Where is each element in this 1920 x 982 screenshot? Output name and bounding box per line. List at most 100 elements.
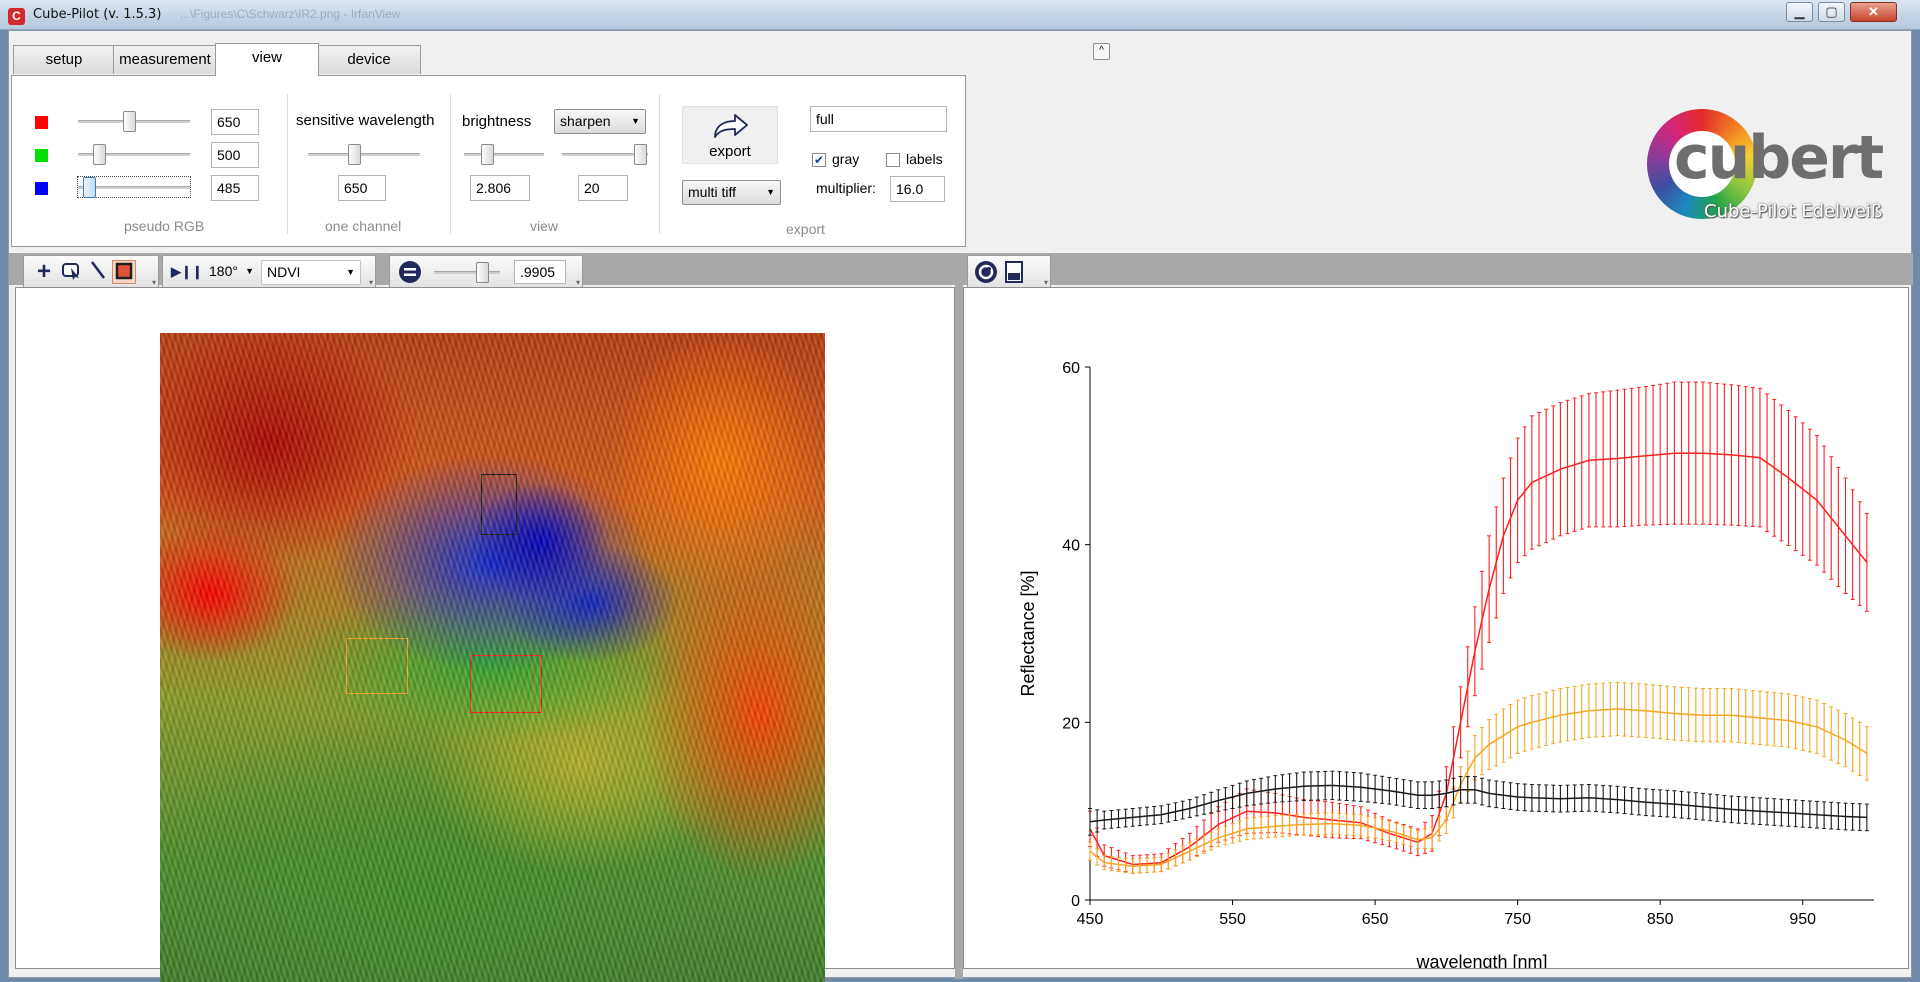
filter-select[interactable]: sharpen ▼ <box>554 109 646 134</box>
sensitive-wavelength-slider[interactable] <box>308 144 420 165</box>
collapse-ribbon-button[interactable]: ^ <box>1093 43 1110 60</box>
blue-channel-swatch <box>35 182 48 195</box>
roi-black[interactable] <box>481 474 517 535</box>
group-divider <box>450 94 451 234</box>
roi-red[interactable] <box>470 655 542 713</box>
slider-thumb[interactable] <box>480 144 494 165</box>
slider-thumb[interactable] <box>82 177 96 198</box>
brightness-label: brightness <box>462 113 532 130</box>
refresh-icon[interactable] <box>974 260 998 284</box>
view-toolbar: ▶❙❙ 180° ▼ NDVI ▼ ▾ <box>162 255 376 289</box>
export-name-input[interactable]: full <box>810 106 947 132</box>
check-icon: ✔ <box>813 153 825 167</box>
view-ribbon: 650 500 485 pseudo RGB sensitive wavelen… <box>11 75 966 247</box>
equal-threshold-icon[interactable] <box>398 260 422 284</box>
threshold-input[interactable]: .9905 <box>514 260 566 284</box>
red-wavelength-slider[interactable] <box>78 111 190 132</box>
labels-label: labels <box>906 151 943 167</box>
export-format-select[interactable]: multi tiff ▼ <box>682 180 781 205</box>
green-wavelength-input[interactable]: 500 <box>211 142 259 168</box>
display-mode-select[interactable]: NDVI ▼ <box>261 260 361 285</box>
x-tick-label: 750 <box>1504 911 1531 928</box>
logo-subtitle: Cube-Pilot Edelweiß <box>1704 201 1883 222</box>
one-channel-caption: one channel <box>325 218 402 234</box>
group-divider <box>659 94 660 234</box>
slider-thumb[interactable] <box>122 111 136 132</box>
group-divider <box>287 94 288 234</box>
logo-word: cubert <box>1674 123 1884 193</box>
labels-checkbox[interactable] <box>886 153 900 167</box>
sensitive-wavelength-label: sensitive wavelength <box>296 112 435 129</box>
multiplier-label: multiplier: <box>816 180 876 196</box>
export-arrow-icon <box>714 114 748 138</box>
rectangle-tool-icon[interactable] <box>112 260 136 284</box>
x-tick-label: 950 <box>1789 911 1816 928</box>
tab-device[interactable]: device <box>317 45 421 74</box>
background-window-title: ...\Figures\C\Schwarz\IR2.png - IrfanVie… <box>180 7 401 21</box>
x-axis-label: wavelength [nm] <box>1415 952 1547 968</box>
minimize-button[interactable]: ▁ <box>1786 2 1813 22</box>
gray-checkbox[interactable]: ✔ <box>812 153 826 167</box>
sharpen-input[interactable]: 20 <box>578 175 628 201</box>
x-tick-label: 550 <box>1219 911 1246 928</box>
roi-orange[interactable] <box>346 638 408 694</box>
green-wavelength-slider[interactable] <box>78 144 190 165</box>
maximize-button[interactable]: ▢ <box>1818 2 1845 22</box>
ndvi-image[interactable] <box>160 333 825 982</box>
toolbar-grip-icon[interactable]: ▾ <box>152 278 156 287</box>
close-button[interactable]: ✕ <box>1850 2 1897 22</box>
plus-icon[interactable]: + <box>32 260 56 284</box>
brightness-slider[interactable] <box>464 144 544 165</box>
chevron-down-icon: ▼ <box>245 266 254 276</box>
sensitive-wavelength-input[interactable]: 650 <box>338 175 386 201</box>
red-channel-swatch <box>35 116 48 129</box>
slider-thumb[interactable] <box>633 144 647 165</box>
threshold-toolbar: .9905 ▾ <box>389 255 583 289</box>
export-button[interactable]: export <box>682 106 778 164</box>
green-channel-swatch <box>35 149 48 162</box>
play-pause-icon[interactable]: ▶❙❙ <box>171 260 203 284</box>
pane-splitter[interactable] <box>955 253 963 979</box>
y-tick-label: 0 <box>1071 893 1080 910</box>
pseudo-rgb-caption: pseudo RGB <box>124 218 205 234</box>
x-tick-label: 650 <box>1362 911 1389 928</box>
line-tool-icon[interactable] <box>86 260 110 284</box>
series-line-2 <box>1089 784 1867 823</box>
magic-select-icon[interactable] <box>60 260 84 284</box>
series-line-0 <box>1089 452 1868 866</box>
slider-thumb[interactable] <box>92 144 106 165</box>
multiplier-input[interactable]: 16.0 <box>890 176 945 202</box>
export-button-label: export <box>709 143 751 160</box>
toolbar-grip-icon[interactable]: ▾ <box>576 278 580 287</box>
chevron-down-icon: ▼ <box>346 267 355 277</box>
view-caption: view <box>530 218 559 234</box>
toolbar-grip-icon[interactable]: ▾ <box>1044 278 1048 287</box>
image-pane <box>15 287 955 982</box>
spectrum-toolbar: ▾ <box>967 255 1051 289</box>
tab-setup[interactable]: setup <box>13 45 115 74</box>
toolbar-grip-icon[interactable]: ▾ <box>369 278 373 287</box>
window-title: Cube-Pilot (v. 1.5.3) <box>33 7 162 22</box>
save-spectrum-icon[interactable] <box>1002 260 1026 284</box>
display-mode-value: NDVI <box>267 264 301 280</box>
tab-measurement[interactable]: measurement <box>113 45 217 74</box>
rotation-value: 180° <box>209 263 238 279</box>
rotation-select[interactable]: 180° ▼ <box>207 260 259 285</box>
x-tick-label: 450 <box>1077 911 1104 928</box>
y-axis-label: Reflectance [%] <box>1018 570 1038 696</box>
threshold-slider[interactable] <box>434 262 500 283</box>
slider-thumb[interactable] <box>476 262 490 283</box>
brightness-input[interactable]: 2.806 <box>470 175 530 201</box>
slider-thumb[interactable] <box>347 144 361 165</box>
red-wavelength-input[interactable]: 650 <box>211 109 259 135</box>
blue-wavelength-slider[interactable] <box>77 176 191 198</box>
tab-view[interactable]: view <box>215 43 319 76</box>
sharpen-slider[interactable] <box>562 144 648 165</box>
spectrum-pane: 450 550 650 750 850 950 0 20 40 60 wavelength [nm]… <box>963 287 1909 969</box>
filter-select-value: sharpen <box>560 113 611 129</box>
series-line-1 <box>1089 708 1868 867</box>
x-tick-label: 850 <box>1647 911 1674 928</box>
cubert-logo: cubert Cube-Pilot Edelweiß <box>1634 79 1904 229</box>
blue-wavelength-input[interactable]: 485 <box>211 175 259 201</box>
spectrum-chart: 450 550 650 750 850 950 0 20 40 60 wavelength [nm]… <box>1018 360 1874 968</box>
